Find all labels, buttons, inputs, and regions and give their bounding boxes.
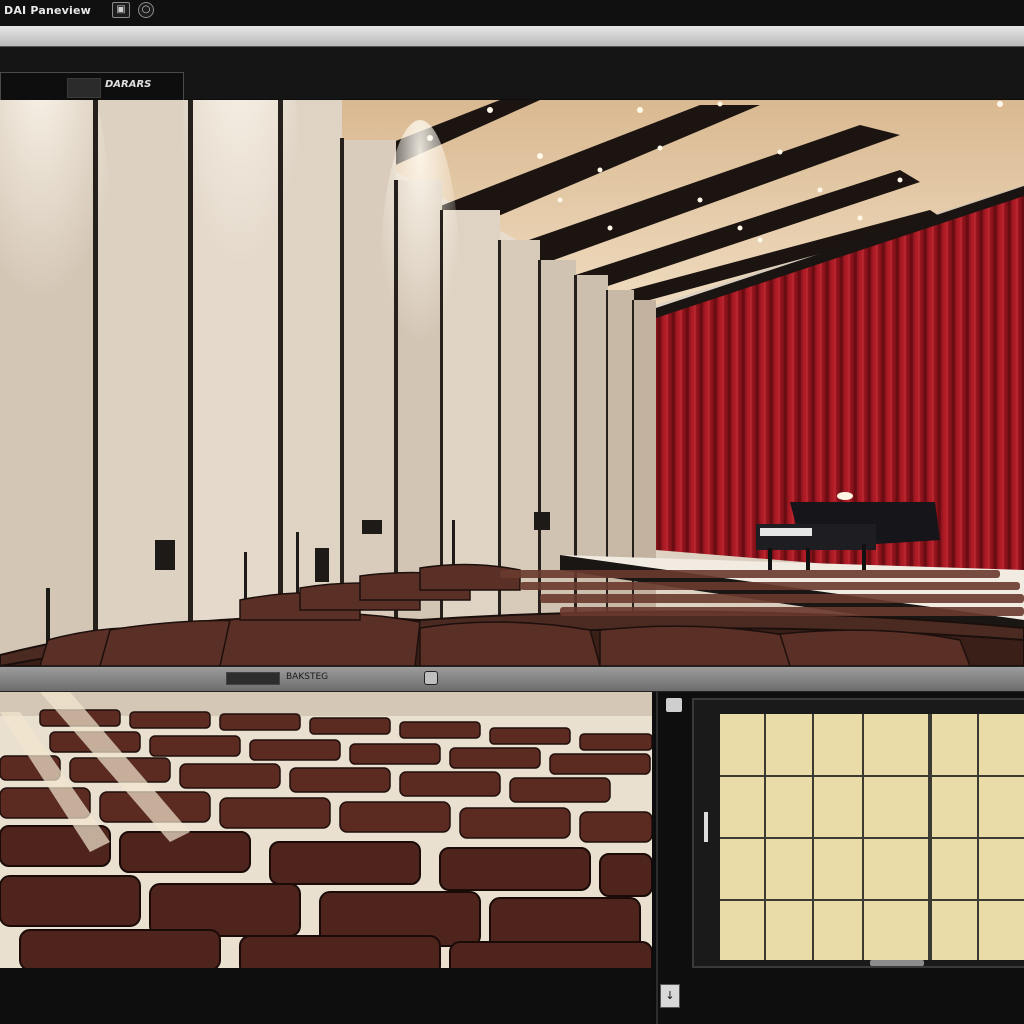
- concert-hall-image: [0, 100, 1024, 666]
- grid-canvas[interactable]: [720, 714, 1024, 960]
- seats-closeup-image: [0, 692, 652, 968]
- download-icon[interactable]: ↓: [660, 984, 680, 1008]
- expand-icon[interactable]: [424, 671, 438, 685]
- window-title: DAI Paneview: [4, 4, 92, 17]
- bottom-status-bar: [0, 968, 652, 1024]
- viewer-tab[interactable]: DARARS: [0, 72, 184, 100]
- viewer-tab-label: DARARS: [105, 79, 152, 90]
- title-bar: DAI Paneview ▣ ○: [0, 0, 1024, 26]
- divider-thumbnail: [226, 672, 280, 685]
- grid-frame: [692, 698, 1024, 968]
- seats-viewport[interactable]: [0, 692, 652, 968]
- grid-icon[interactable]: [666, 698, 682, 712]
- restore-icon[interactable]: ▣: [112, 2, 130, 18]
- tab-thumbnail: [67, 78, 101, 98]
- grid-tick-marker: [704, 812, 708, 842]
- divider-label: BAKSTEG: [286, 672, 329, 682]
- grid-panel: ↓: [656, 692, 1024, 1024]
- main-viewport[interactable]: [0, 100, 1024, 666]
- grid-scrollbar[interactable]: [870, 960, 924, 966]
- settings-icon[interactable]: ○: [138, 2, 154, 18]
- menu-strip: [0, 26, 1024, 47]
- viewport-divider[interactable]: BAKSTEG: [0, 666, 1024, 692]
